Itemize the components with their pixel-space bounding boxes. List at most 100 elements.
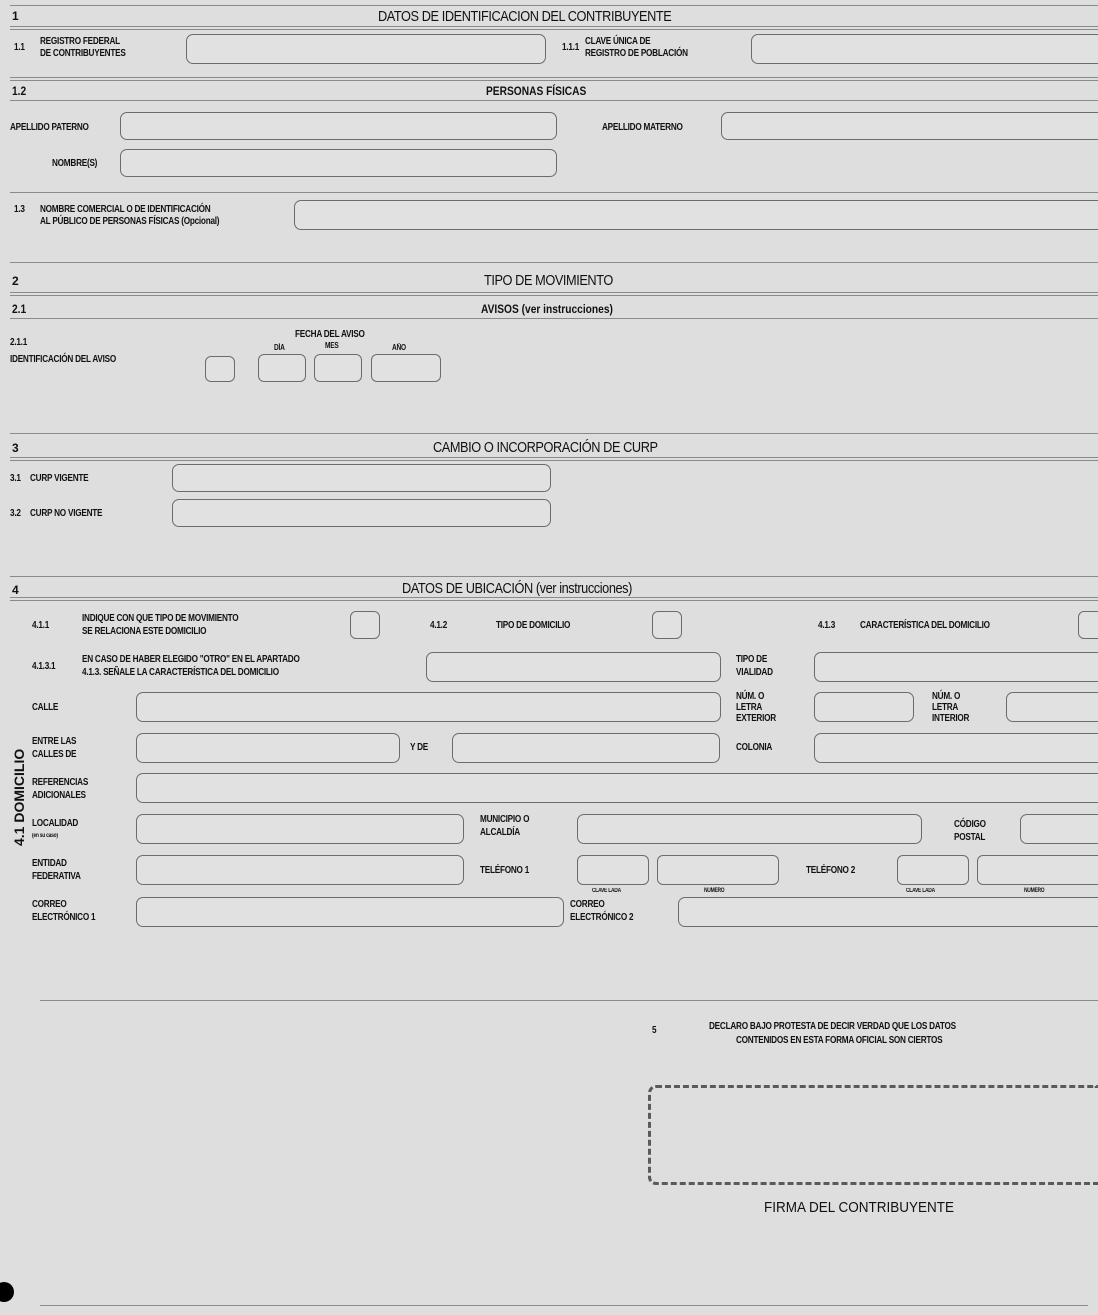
section-number: 4 [12, 583, 19, 597]
numero-label: NÚMERO [1024, 888, 1045, 894]
telefono2-numero-field[interactable] [977, 855, 1098, 885]
otro-caracteristica-label: EN CASO DE HABER ELEGIDO "OTRO" EN EL AP… [82, 654, 300, 665]
clave-lada-label: CLAVE LADA [906, 888, 935, 894]
field-number: 3.1 [10, 473, 21, 484]
correo1-label: CORREO [32, 899, 67, 910]
firma-box[interactable] [648, 1085, 1098, 1185]
entidad-label: ENTIDAD [32, 858, 67, 869]
localidad-label: LOCALIDAD [32, 818, 79, 829]
codigo-postal-label: CÓDIGO [954, 819, 986, 830]
caracteristica-domicilio-field[interactable] [1078, 611, 1098, 639]
tipo-movimiento-label: INDIQUE CON QUE TIPO DE MOVIMIENTO [82, 613, 239, 624]
divider [10, 457, 1098, 461]
colonia-field[interactable] [814, 733, 1098, 763]
municipio-label: MUNICIPIO O [480, 814, 530, 825]
divider [10, 318, 1098, 319]
telefono2-label: TELÉFONO 2 [806, 865, 856, 876]
section-title: DATOS DE UBICACIÓN (ver instrucciones) [402, 580, 632, 597]
num-interior-field[interactable] [1006, 692, 1098, 722]
curp-no-vigente-field[interactable] [172, 499, 551, 527]
nombre-comercial-label: AL PÚBLICO DE PERSONAS FÍSICAS (Opcional… [40, 216, 220, 227]
divider [10, 77, 1098, 81]
divider [10, 262, 1098, 263]
divider [10, 433, 1098, 434]
codigo-postal-field[interactable] [1020, 814, 1098, 844]
divider [10, 100, 1098, 101]
tipo-vialidad-field[interactable] [814, 652, 1098, 682]
anio-label: AÑO [392, 343, 406, 352]
localidad-label: (en su caso) [32, 833, 58, 839]
num-exterior-label: EXTERIOR [736, 713, 776, 724]
field-number: 1.1.1 [562, 42, 580, 53]
y-de-label: Y DE [410, 742, 429, 753]
firma-label: FIRMA DEL CONTRIBUYENTE [764, 1199, 955, 1216]
tipo-movimiento-label: SE RELACIONA ESTE DOMICILIO [82, 626, 207, 637]
referencias-label: REFERENCIAS [32, 777, 89, 788]
section-title: TIPO DE MOVIMIENTO [484, 272, 613, 289]
field-number: 4.1.1 [32, 620, 50, 631]
numero-label: NÚMERO [704, 888, 725, 894]
nombre-comercial-label: NOMBRE COMERCIAL O DE IDENTIFICACIÓN [40, 204, 211, 215]
correo2-field[interactable] [678, 897, 1098, 927]
num-exterior-label: LETRA [736, 702, 763, 713]
identificacion-aviso-label: IDENTIFICACIÓN DEL AVISO [10, 354, 117, 365]
apellido-paterno-label: APELLIDO PATERNO [10, 122, 89, 133]
num-interior-label: NÚM. O [932, 691, 961, 702]
tipo-domicilio-field[interactable] [652, 611, 682, 639]
fecha-aviso-label: FECHA DEL AVISO [295, 329, 365, 340]
y-de-field[interactable] [452, 733, 720, 763]
telefono1-numero-field[interactable] [657, 855, 779, 885]
codigo-postal-label: POSTAL [954, 832, 986, 843]
entidad-field[interactable] [136, 855, 464, 885]
nombre-comercial-field[interactable] [294, 200, 1098, 230]
field-number: 4.1.2 [430, 620, 448, 631]
entre-calles-field[interactable] [136, 733, 400, 763]
municipio-label: ALCALDÍA [480, 827, 520, 838]
correo1-field[interactable] [136, 897, 564, 927]
section-number: 1 [12, 9, 19, 23]
num-exterior-field[interactable] [814, 692, 914, 722]
identificacion-aviso-field[interactable] [205, 356, 235, 382]
section-number: 3 [12, 441, 19, 455]
rfc-field[interactable] [186, 34, 546, 64]
section-title: CAMBIO O INCORPORACIÓN DE CURP [433, 439, 658, 456]
localidad-field[interactable] [136, 814, 464, 844]
apellido-paterno-field[interactable] [120, 112, 557, 140]
tipo-vialidad-label: TIPO DE [736, 654, 768, 665]
anio-field[interactable] [371, 354, 441, 382]
referencias-field[interactable] [136, 773, 1098, 803]
municipio-field[interactable] [577, 814, 922, 844]
section-number: 2 [12, 274, 19, 288]
num-exterior-label: NÚM. O [736, 691, 765, 702]
section-number: 5 [652, 1025, 657, 1036]
num-interior-label: INTERIOR [932, 713, 970, 724]
nombres-field[interactable] [120, 149, 557, 177]
tipo-movimiento-field[interactable] [350, 611, 380, 639]
calle-field[interactable] [136, 692, 721, 722]
clave-lada-label: CLAVE LADA [592, 888, 621, 894]
caracteristica-domicilio-label: CARACTERÍSTICA DEL DOMICILIO [860, 620, 990, 631]
domicilio-vertical-label: 4.1 DOMICILIO [11, 748, 27, 846]
calle-label: CALLE [32, 702, 59, 713]
divider [10, 192, 1098, 193]
dia-field[interactable] [258, 354, 306, 382]
otro-caracteristica-field[interactable] [426, 652, 721, 682]
divider [10, 292, 1098, 296]
section-title: PERSONAS FÍSICAS [486, 84, 587, 98]
section-title: DATOS DE IDENTIFICACION DEL CONTRIBUYENT… [378, 8, 672, 25]
telefono2-lada-field[interactable] [897, 855, 969, 885]
mes-field[interactable] [314, 354, 362, 382]
dia-label: DÍA [274, 343, 285, 352]
field-number: 4.1.3 [818, 620, 836, 631]
divider [10, 576, 1098, 577]
field-number: 2.1.1 [10, 337, 28, 348]
telefono1-lada-field[interactable] [577, 855, 649, 885]
field-number: 4.1.3.1 [32, 661, 56, 672]
apellido-materno-field[interactable] [721, 112, 1098, 140]
apellido-materno-label: APELLIDO MATERNO [602, 122, 683, 133]
divider [40, 1305, 1088, 1306]
curp-field[interactable] [751, 34, 1098, 64]
curp-vigente-field[interactable] [172, 464, 551, 492]
curp-label: CLAVE ÚNICA DE [585, 36, 651, 47]
colonia-label: COLONIA [736, 742, 773, 753]
